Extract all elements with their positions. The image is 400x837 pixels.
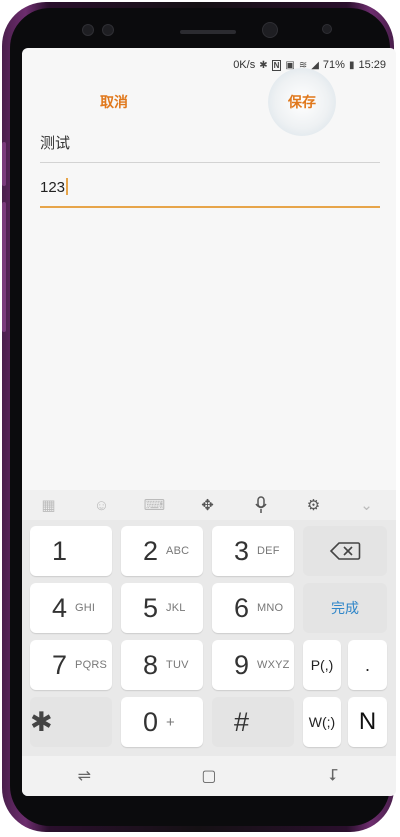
name-field-value: 测试	[40, 135, 71, 152]
battery-icon: ▮	[348, 59, 355, 71]
key-3[interactable]: 3 DEF	[212, 526, 294, 576]
grid-icon[interactable]: ▦	[22, 496, 75, 514]
back-icon[interactable]: ⮦	[314, 767, 354, 785]
save-button[interactable]: 保存	[288, 92, 316, 112]
n-key[interactable]: N	[348, 697, 387, 747]
key-1[interactable]: 1	[30, 526, 112, 576]
home-icon[interactable]: ▢	[189, 766, 229, 786]
gear-icon[interactable]: ⚙	[287, 496, 340, 514]
key-hash[interactable]: #	[212, 697, 294, 747]
volume-button	[2, 202, 6, 332]
backspace-icon	[329, 542, 361, 560]
key-star[interactable]: ✱	[30, 697, 112, 747]
wait-key[interactable]: W(;)	[303, 697, 341, 747]
pause-key[interactable]: P(,)	[303, 640, 341, 690]
key-5[interactable]: 5 JKL	[121, 583, 203, 633]
sensor-icon	[322, 24, 332, 34]
screen: 0K/s ✱ N ▣ ≋ ◢ 71% ▮ 15:29 取消 保存 测试 123 …	[22, 48, 396, 796]
key-6[interactable]: 6 MNO	[212, 583, 294, 633]
microphone-icon[interactable]	[234, 496, 287, 514]
phone-frame: 0K/s ✱ N ▣ ≋ ◢ 71% ▮ 15:29 取消 保存 测试 123 …	[2, 2, 396, 832]
keyboard-icon[interactable]: ⌨	[128, 496, 181, 514]
keyboard-toolbar: ▦ ☺ ⌨ ✥ ⚙ ⌄	[22, 490, 396, 520]
text-cursor	[66, 178, 68, 195]
numeric-keypad: 1 2 ABC 3 DEF 4 GHI 5 JKL 6 MNO 完成 7 PQR…	[22, 520, 396, 756]
recent-apps-icon[interactable]: ⇌	[64, 766, 104, 786]
navigation-bar: ⇌ ▢ ⮦	[22, 756, 396, 796]
number-field[interactable]: 123	[40, 170, 380, 208]
key-8[interactable]: 8 TUV	[121, 640, 203, 690]
key-9[interactable]: 9 WXYZ	[212, 640, 294, 690]
bluetooth-icon: ✱	[259, 59, 268, 71]
battery-percent: 71%	[322, 59, 345, 71]
front-camera-icon	[262, 22, 278, 38]
chevron-down-icon[interactable]: ⌄	[340, 496, 393, 514]
key-2[interactable]: 2 ABC	[121, 526, 203, 576]
status-bar: 0K/s ✱ N ▣ ≋ ◢ 71% ▮ 15:29	[22, 48, 396, 82]
clock: 15:29	[358, 59, 386, 71]
cursor-move-icon[interactable]: ✥	[181, 496, 234, 514]
emoji-icon[interactable]: ☺	[75, 497, 128, 514]
key-0[interactable]: 0 +	[121, 697, 203, 747]
name-field[interactable]: 测试	[40, 126, 380, 163]
sensor-icon	[82, 24, 94, 36]
bezel: 0K/s ✱ N ▣ ≋ ◢ 71% ▮ 15:29 取消 保存 测试 123 …	[10, 8, 396, 826]
earpiece-speaker	[180, 30, 236, 34]
nfc-icon: N	[271, 59, 282, 71]
key-4[interactable]: 4 GHI	[30, 583, 112, 633]
dot-key[interactable]: .	[348, 640, 387, 690]
cancel-button[interactable]: 取消	[100, 92, 128, 112]
bixby-button	[2, 142, 6, 186]
backspace-key[interactable]	[303, 526, 387, 576]
network-speed: 0K/s	[233, 59, 256, 71]
number-field-value: 123	[40, 179, 66, 196]
key-7[interactable]: 7 PQRS	[30, 640, 112, 690]
sensor-icon	[102, 24, 114, 36]
done-key[interactable]: 完成	[303, 583, 387, 633]
